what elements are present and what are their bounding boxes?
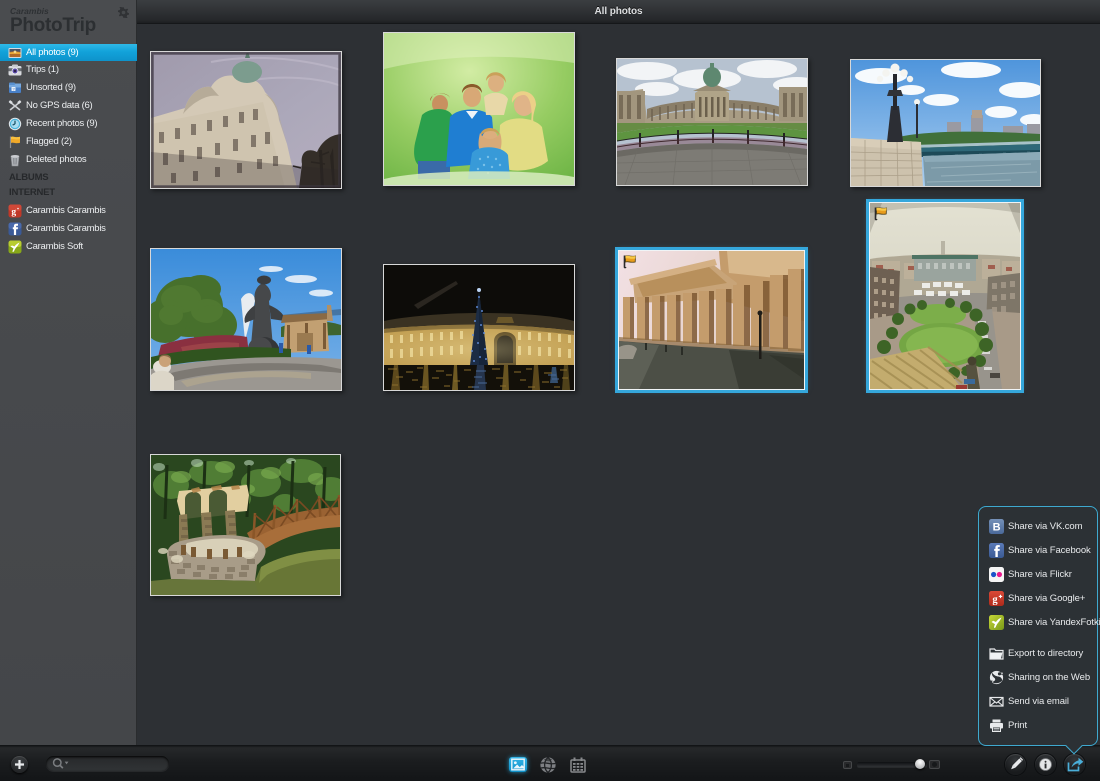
svg-text:g: g <box>11 208 16 218</box>
svg-text:B: B <box>993 522 1001 534</box>
svg-text:g: g <box>992 595 998 606</box>
